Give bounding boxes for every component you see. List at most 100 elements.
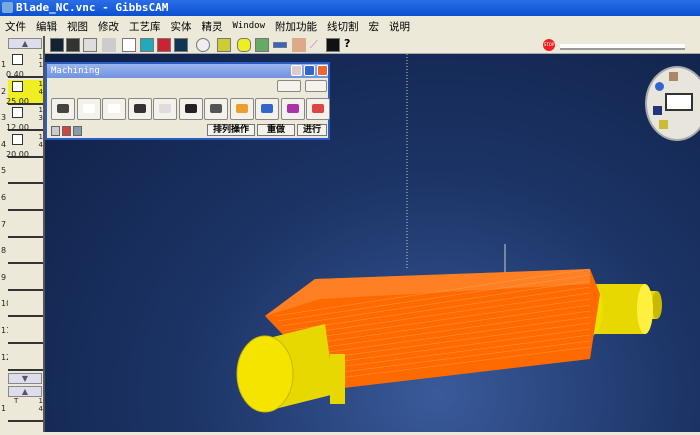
lathe-icon[interactable] [153,98,177,120]
menu-solid[interactable]: 实体 [166,19,197,34]
orbit-icon[interactable] [653,106,662,115]
tool-slot-4[interactable]: 4 20.00 1 4 [0,132,45,159]
scroll-up-button[interactable]: ▲ [8,38,42,49]
tool-box [8,345,43,371]
edit-icon[interactable] [73,126,82,136]
tool-info: 14 [38,79,43,96]
tool-box [8,212,43,238]
menu-macro[interactable]: 宏 [364,19,385,34]
tool-slot-12[interactable]: 12 [0,345,45,372]
help-icon[interactable]: ? [344,38,358,52]
text-icon[interactable] [66,38,80,52]
progress-bar [560,44,685,50]
stop-button[interactable]: STOP [543,39,555,51]
menu-wire-edm[interactable]: 线切割 [322,19,364,34]
sim-icon-glyph [286,104,299,113]
menu-modify[interactable]: 修改 [93,19,124,34]
rotate-icon[interactable] [655,82,664,91]
lathe-mode-button[interactable] [305,80,327,92]
tool-icon [12,80,23,92]
menu-window[interactable]: Window [228,21,271,31]
tool-number: 4 [1,139,7,149]
tool-slot-2[interactable]: 2 25.00 1 4 [0,79,45,106]
model-icon[interactable] [255,38,269,52]
minimize-button[interactable] [304,65,315,76]
contour-icon[interactable] [76,98,101,120]
mill-mode-button[interactable] [277,80,301,92]
home-view-icon[interactable] [669,72,678,81]
color-icon[interactable] [157,38,171,52]
thread-icon-glyph [184,104,197,113]
tool-info: 11 [38,53,43,69]
window-title: Blade_NC.vnc - GibbsCAM [16,1,169,14]
filter-icon[interactable] [51,126,60,136]
sim-icon[interactable] [280,98,305,120]
tool-slot-1[interactable]: 1 0.40 1 1 [0,52,45,79]
tool-slot-5[interactable]: 5 [0,158,45,185]
view-orientation-dial[interactable] [645,66,700,141]
material-icon[interactable] [292,38,306,52]
cube-icon[interactable] [83,38,97,52]
toggle-icon[interactable] [196,38,210,52]
tool-icon[interactable] [140,38,154,52]
holes-icon[interactable] [51,98,75,120]
surface-icon[interactable] [229,98,254,120]
cube-view-icon[interactable] [665,93,693,111]
surface-icon-glyph [235,104,248,113]
menu-help[interactable]: 说明 [384,19,415,34]
tool-slot-8[interactable]: 8 [0,238,45,265]
record-icon[interactable] [62,126,71,136]
menu-edit[interactable]: 编辑 [31,19,62,34]
menu-file[interactable]: 文件 [0,19,31,34]
pin-button[interactable] [291,65,302,76]
holes-icon-glyph [57,104,69,113]
tool-info: 14 [38,132,43,149]
tool-box [8,319,43,344]
roughing-icon-glyph [108,104,120,113]
tool-box [8,265,43,291]
view-box-icon[interactable] [50,38,64,52]
thread-icon[interactable] [178,98,203,120]
scroll-down-button[interactable]: ▼ [8,373,42,384]
tool-slot-6[interactable]: 6 [0,185,45,212]
point-icon[interactable] [122,38,136,52]
tool-slot-7[interactable]: 7 [0,212,45,239]
reorder-operations-button[interactable]: 排列操作 [207,124,255,136]
palette-title: Machining [51,66,100,76]
palette-title-bar[interactable]: Machining [47,64,328,78]
menu-view[interactable]: 视图 [62,19,93,34]
render-icon[interactable] [237,38,251,52]
close-button[interactable] [317,65,328,76]
mill-icon[interactable] [204,98,228,120]
tool-number: 9 [1,272,7,282]
moon-icon[interactable] [174,38,188,52]
zoom-icon[interactable] [659,120,668,129]
tool-icon [12,133,23,145]
roughing-icon[interactable] [102,98,126,120]
select-icon[interactable] [326,38,340,52]
vericut-icon-glyph [261,104,273,113]
tool-box [8,292,43,318]
shade-icon[interactable] [102,38,116,52]
tool-slot-11[interactable]: 11 [0,318,45,345]
tool-info: 13 [38,106,43,123]
vericut-icon[interactable] [255,98,279,120]
tool-box [8,186,43,211]
menu-addons[interactable]: 附加功能 [270,19,322,34]
menu-wizard[interactable]: 精灵 [197,19,228,34]
tool-slot-9[interactable]: 9 [0,265,45,292]
tool-slot-10[interactable]: 10 [0,291,45,318]
cursor-icon[interactable]: ⟋ [310,38,324,52]
cut-icon[interactable] [306,98,330,120]
tool-icon [12,54,23,65]
tool-number: 6 [1,193,7,202]
redo-button[interactable]: 重做 [257,124,295,136]
tool-slot-3[interactable]: 3 12.00 1 3 [0,105,45,132]
process-item[interactable]: 1 T 14 [0,396,45,423]
solid-icon[interactable] [217,38,231,52]
finishing-icon[interactable] [127,98,152,120]
run-button[interactable]: 进行 [297,124,327,136]
menu-bar: 文件 编辑 视图 修改 工艺库 实体 精灵 Window 附加功能 线切割 宏 … [0,16,700,36]
measure-icon[interactable] [273,42,287,48]
menu-process-library[interactable]: 工艺库 [124,19,166,34]
